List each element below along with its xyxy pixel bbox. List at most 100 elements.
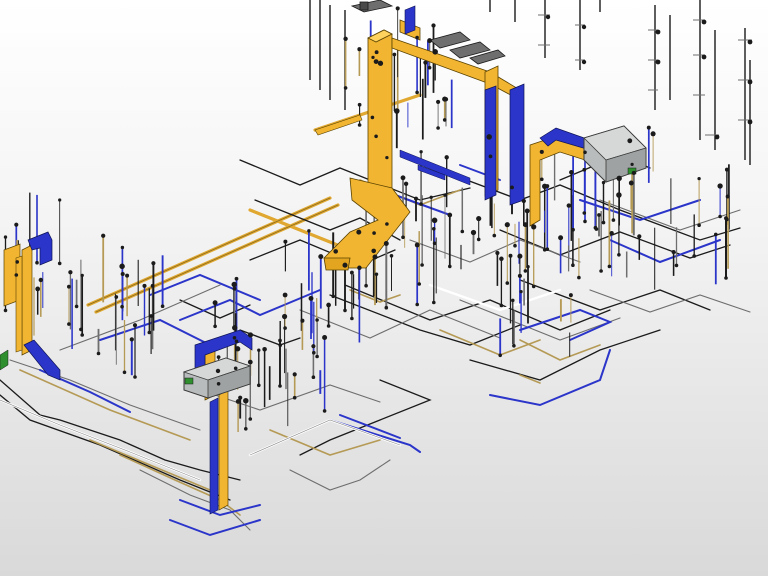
valve-fitting bbox=[282, 313, 288, 320]
valve-fitting bbox=[597, 213, 601, 217]
valve-fitting bbox=[234, 339, 239, 344]
valve-fitting bbox=[322, 335, 328, 340]
valve-fitting bbox=[213, 324, 217, 329]
valve-fitting bbox=[96, 351, 101, 356]
valve-fitting bbox=[415, 35, 419, 40]
valve-fitting bbox=[283, 326, 287, 330]
valve-fitting bbox=[133, 375, 137, 379]
valve-fitting bbox=[540, 177, 544, 182]
mep-isometric-model[interactable] bbox=[0, 0, 768, 576]
valve-fitting bbox=[315, 318, 319, 322]
valve-fitting bbox=[414, 242, 420, 248]
valve-fitting bbox=[526, 264, 530, 269]
valve-fitting bbox=[420, 263, 424, 267]
valve-fitting bbox=[414, 196, 418, 201]
valve-fitting bbox=[436, 99, 441, 104]
valve-fitting bbox=[326, 324, 331, 328]
valve-fitting bbox=[142, 283, 147, 288]
valve-fitting bbox=[447, 212, 453, 218]
valve-fitting bbox=[79, 327, 83, 332]
valve-fitting bbox=[370, 115, 375, 120]
valve-fitting bbox=[427, 65, 432, 70]
valve-fitting bbox=[725, 217, 729, 222]
valve-fitting bbox=[611, 218, 616, 222]
valve-fitting bbox=[486, 134, 492, 140]
valve-fitting bbox=[247, 359, 253, 365]
valve-fitting bbox=[234, 276, 239, 281]
valve-fitting bbox=[628, 180, 634, 186]
valve-fitting bbox=[725, 194, 730, 199]
valve-fitting bbox=[233, 366, 238, 371]
valve-fitting bbox=[120, 304, 124, 309]
valve-fitting bbox=[697, 223, 701, 227]
valve-fitting bbox=[322, 409, 327, 413]
valve-fitting bbox=[120, 271, 125, 277]
valve-fitting bbox=[558, 235, 564, 241]
valve-fitting bbox=[417, 282, 422, 286]
3d-model-viewport[interactable] bbox=[0, 0, 768, 576]
ahu-unit-left[interactable] bbox=[182, 357, 252, 399]
valve-fitting bbox=[609, 231, 614, 236]
valve-fitting bbox=[392, 52, 397, 57]
valve-fitting bbox=[278, 338, 282, 343]
valve-fitting bbox=[38, 277, 43, 283]
valve-fitting bbox=[35, 286, 41, 292]
valve-fitting bbox=[15, 260, 19, 264]
valve-fitting bbox=[389, 254, 394, 258]
valve-fitting bbox=[583, 219, 587, 224]
valve-fitting bbox=[569, 170, 574, 175]
valve-fitting bbox=[568, 293, 573, 298]
valve-fitting bbox=[476, 237, 481, 242]
valve-fitting bbox=[523, 269, 528, 273]
valve-fitting bbox=[383, 241, 389, 246]
valve-fitting bbox=[101, 233, 106, 238]
valve-fitting bbox=[444, 155, 449, 160]
valve-fitting bbox=[3, 308, 8, 313]
valve-fitting bbox=[470, 229, 477, 236]
valve-fitting bbox=[488, 154, 493, 159]
valve-fitting bbox=[627, 138, 633, 144]
valve-fitting bbox=[349, 270, 354, 275]
valve-fitting bbox=[343, 86, 348, 90]
valve-fitting bbox=[283, 239, 288, 244]
valve-fitting bbox=[724, 276, 728, 280]
valve-fitting bbox=[216, 382, 221, 386]
valve-fitting bbox=[522, 222, 528, 228]
valve-fitting bbox=[292, 372, 297, 377]
valve-fitting bbox=[308, 295, 314, 301]
valve-fitting bbox=[372, 254, 378, 260]
valve-fitting bbox=[599, 269, 603, 273]
valve-fitting bbox=[577, 275, 581, 280]
valve-fitting bbox=[443, 97, 449, 102]
valve-fitting bbox=[372, 231, 376, 235]
valve-fitting bbox=[232, 325, 238, 331]
valve-fitting bbox=[14, 273, 19, 277]
valve-fitting bbox=[235, 399, 241, 404]
ahu-unit-right[interactable] bbox=[583, 125, 647, 183]
vertical-pipe-drops bbox=[4, 8, 730, 432]
connector-green bbox=[0, 349, 9, 371]
valve-fitting bbox=[350, 316, 354, 321]
valve-fitting bbox=[343, 36, 348, 41]
valve-fitting bbox=[432, 300, 436, 305]
valve-fitting bbox=[460, 229, 465, 234]
valve-fitting bbox=[616, 175, 622, 181]
valve-fitting bbox=[539, 149, 544, 154]
valve-fitting bbox=[531, 284, 536, 289]
valve-fitting bbox=[697, 176, 701, 181]
valve-fitting bbox=[521, 198, 526, 204]
valve-fitting bbox=[582, 167, 587, 172]
valve-fitting bbox=[443, 193, 447, 197]
valve-fitting bbox=[505, 281, 510, 285]
valve-fitting bbox=[373, 59, 379, 65]
valve-fitting bbox=[333, 249, 338, 254]
valve-fitting bbox=[427, 38, 433, 44]
valve-fitting bbox=[374, 134, 378, 139]
valve-fitting bbox=[419, 202, 423, 206]
valve-fitting bbox=[594, 227, 599, 231]
valve-fitting bbox=[35, 260, 39, 265]
valve-fitting bbox=[67, 322, 71, 326]
valve-fitting bbox=[74, 304, 79, 309]
valve-fitting bbox=[120, 245, 125, 250]
valve-fitting bbox=[513, 243, 517, 248]
